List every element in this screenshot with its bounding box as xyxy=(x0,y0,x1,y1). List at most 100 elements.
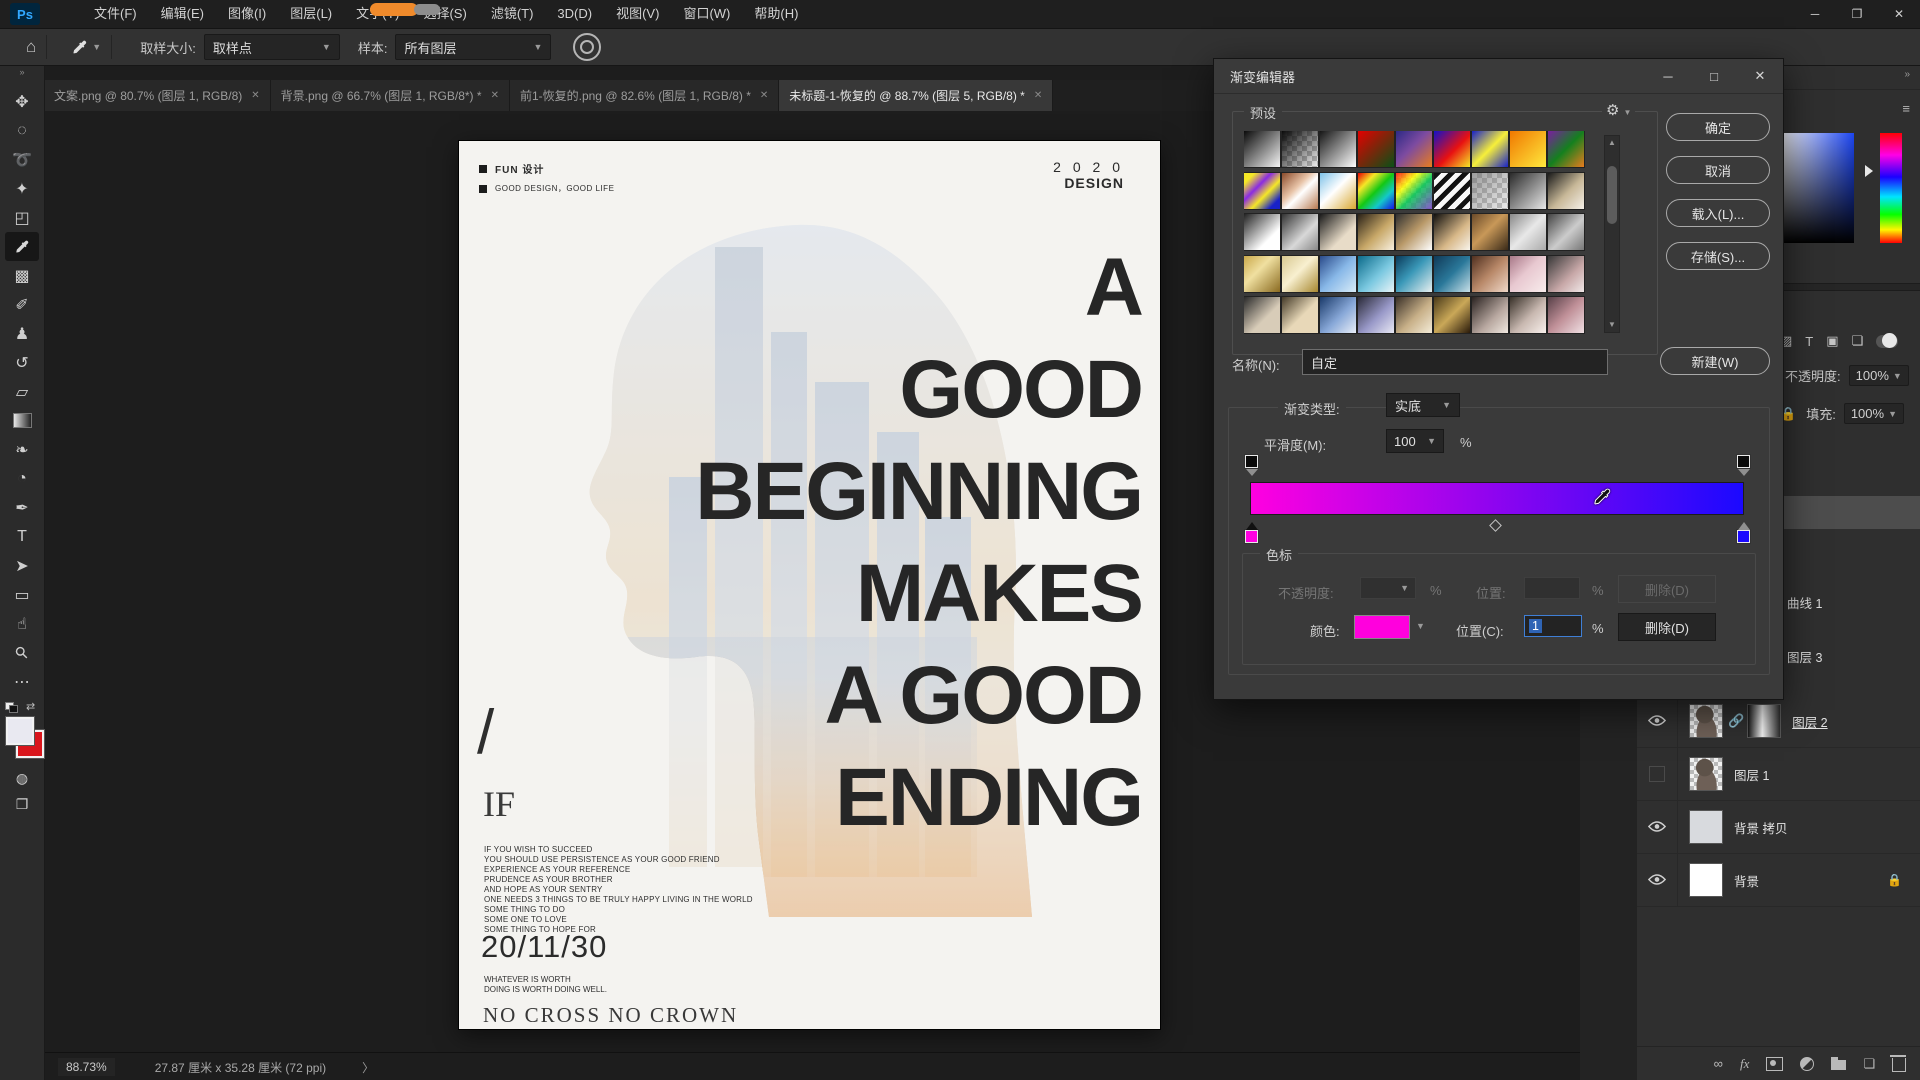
stop-color-swatch[interactable] xyxy=(1354,615,1410,639)
gradient-preset-45[interactable] xyxy=(1548,297,1584,333)
visibility-well[interactable] xyxy=(1637,801,1678,853)
scrollbar-thumb[interactable] xyxy=(1607,166,1617,224)
visibility-well[interactable] xyxy=(1637,854,1678,906)
gradient-preset-14[interactable] xyxy=(1396,173,1432,209)
gradient-preview-bar[interactable] xyxy=(1251,483,1743,514)
quick-mask-button[interactable]: ◍ xyxy=(5,766,39,790)
presets-scrollbar[interactable]: ▲ ▼ xyxy=(1604,135,1620,333)
gradient-preset-43[interactable] xyxy=(1472,297,1508,333)
color-stop-left[interactable] xyxy=(1245,530,1258,543)
layer-row-2[interactable]: 图层 1 xyxy=(1637,748,1920,801)
tab-close-icon[interactable]: ✕ xyxy=(760,90,768,101)
eye-icon[interactable] xyxy=(1648,714,1666,729)
gradient-preset-25[interactable] xyxy=(1472,214,1508,250)
lasso-tool[interactable]: ➰ xyxy=(5,145,39,174)
gradient-preset-13[interactable] xyxy=(1358,173,1394,209)
panel-menu-icon[interactable]: ≡ xyxy=(1902,101,1910,116)
tab-close-icon[interactable]: ✕ xyxy=(251,90,259,101)
gradient-preset-7[interactable] xyxy=(1472,131,1508,167)
document-tab-1[interactable]: 文案.png @ 80.7% (图层 1, RGB/8)✕ xyxy=(44,80,271,111)
menu-item-3[interactable]: 图像(I) xyxy=(216,0,278,28)
color-stop-right[interactable] xyxy=(1737,530,1750,543)
healing-brush-tool[interactable]: ▩ xyxy=(5,261,39,290)
gradient-tool[interactable] xyxy=(5,406,39,435)
brush-tool[interactable]: ✐ xyxy=(5,290,39,319)
scroll-up-icon[interactable]: ▲ xyxy=(1608,136,1616,150)
sample-size-dropdown[interactable]: 取样点 ▼ xyxy=(204,34,340,60)
window-close-button[interactable]: ✕ xyxy=(1878,0,1920,28)
new-button[interactable]: 新建(W) xyxy=(1660,347,1770,375)
gradient-preset-28[interactable] xyxy=(1244,256,1280,292)
document-tab-3[interactable]: 前1-恢复的.png @ 82.6% (图层 1, RGB/8) *✕ xyxy=(510,80,779,111)
layer-effects-icon[interactable]: fx xyxy=(1740,1056,1749,1072)
layer-thumbnail[interactable] xyxy=(1690,864,1722,896)
gradient-preset-15[interactable] xyxy=(1434,173,1470,209)
tab-close-icon[interactable]: ✕ xyxy=(1034,90,1042,101)
document-tab-4[interactable]: 未标题-1-恢复的 @ 88.7% (图层 5, RGB/8) *✕ xyxy=(779,80,1053,111)
ok-button[interactable]: 确定 xyxy=(1666,113,1770,141)
history-brush-tool[interactable]: ↺ xyxy=(5,348,39,377)
gradient-name-input[interactable] xyxy=(1302,349,1608,375)
gradient-preset-22[interactable] xyxy=(1358,214,1394,250)
type-tool[interactable]: T xyxy=(5,522,39,551)
lock-artboard-icon[interactable]: ❏ xyxy=(1852,333,1864,349)
gradient-preset-20[interactable] xyxy=(1282,214,1318,250)
lock-position-icon[interactable]: ▣ xyxy=(1826,333,1838,349)
layer-row-4[interactable]: 背景🔒 xyxy=(1637,854,1920,907)
gradient-preset-30[interactable] xyxy=(1320,256,1356,292)
hue-slider[interactable] xyxy=(1880,133,1902,243)
gradient-preset-33[interactable] xyxy=(1434,256,1470,292)
gradient-preset-8[interactable] xyxy=(1510,131,1546,167)
gradient-preset-36[interactable] xyxy=(1548,256,1584,292)
gradient-preset-17[interactable] xyxy=(1510,173,1546,209)
dialog-title-bar[interactable]: 渐变编辑器 ─ □ ✕ xyxy=(1214,59,1783,94)
hue-slider-arrow-icon[interactable] xyxy=(1865,165,1873,177)
dodge-tool[interactable]: ◔ xyxy=(5,464,39,493)
new-layer-icon[interactable]: ❏ xyxy=(1863,1056,1875,1072)
stop-position-input[interactable]: 1 xyxy=(1524,615,1582,637)
gradient-preset-21[interactable] xyxy=(1320,214,1356,250)
link-layers-icon[interactable]: ∞ xyxy=(1714,1056,1723,1071)
object-selection-tool[interactable]: ✦ xyxy=(5,174,39,203)
opacity-stop-left[interactable] xyxy=(1245,455,1258,468)
gradient-preset-37[interactable] xyxy=(1244,297,1280,333)
chevron-down-icon[interactable]: ▼ xyxy=(1416,621,1425,631)
save-button[interactable]: 存储(S)... xyxy=(1666,242,1770,270)
scroll-down-icon[interactable]: ▼ xyxy=(1608,318,1616,332)
gradient-preset-16[interactable] xyxy=(1472,173,1508,209)
adjustment-layer-icon[interactable] xyxy=(1800,1057,1814,1071)
delete-layer-icon[interactable] xyxy=(1892,1055,1906,1072)
eye-hidden-box[interactable] xyxy=(1649,766,1665,782)
layer-row-layer3[interactable]: 图层 3 xyxy=(1787,647,1822,666)
status-chevron-icon[interactable]: 〉 xyxy=(362,1059,374,1076)
crop-tool[interactable]: ◰ xyxy=(5,203,39,232)
panel-toggle-icon[interactable] xyxy=(1876,335,1898,348)
tab-close-icon[interactable]: ✕ xyxy=(491,90,499,101)
gradient-preset-5[interactable] xyxy=(1396,131,1432,167)
toolbar-collapse-icon[interactable]: » xyxy=(0,65,44,79)
screen-mode-button[interactable]: ❐ xyxy=(5,792,39,816)
dialog-minimize-button[interactable]: ─ xyxy=(1645,59,1691,93)
menu-item-8[interactable]: 3D(D) xyxy=(545,0,604,28)
gradient-preset-18[interactable] xyxy=(1548,173,1584,209)
gradient-preset-23[interactable] xyxy=(1396,214,1432,250)
dialog-maximize-button[interactable]: □ xyxy=(1691,59,1737,93)
menu-item-4[interactable]: 图层(L) xyxy=(278,0,344,28)
lock-pixels-icon[interactable]: T xyxy=(1805,334,1813,349)
gradient-preset-19[interactable] xyxy=(1244,214,1280,250)
eye-icon[interactable] xyxy=(1648,873,1666,888)
zoom-tool[interactable]: ⚲ xyxy=(5,638,39,667)
fill-dropdown[interactable]: 100% ▼ xyxy=(1844,403,1904,424)
add-mask-icon[interactable] xyxy=(1766,1057,1783,1071)
gradient-preset-41[interactable] xyxy=(1396,297,1432,333)
gradient-preset-44[interactable] xyxy=(1510,297,1546,333)
smoothness-dropdown[interactable]: 100 ▼ xyxy=(1386,429,1444,453)
gradient-preset-40[interactable] xyxy=(1358,297,1394,333)
foreground-color-swatch[interactable] xyxy=(6,717,34,745)
eraser-tool[interactable]: ▱ xyxy=(5,377,39,406)
layer-thumbnail[interactable] xyxy=(1690,705,1722,737)
gradient-preset-12[interactable] xyxy=(1320,173,1356,209)
layer-row-1[interactable]: 🔗图层 2 xyxy=(1637,695,1920,748)
visibility-well[interactable] xyxy=(1637,695,1678,747)
sampling-ring-toggle-icon[interactable] xyxy=(573,33,601,61)
